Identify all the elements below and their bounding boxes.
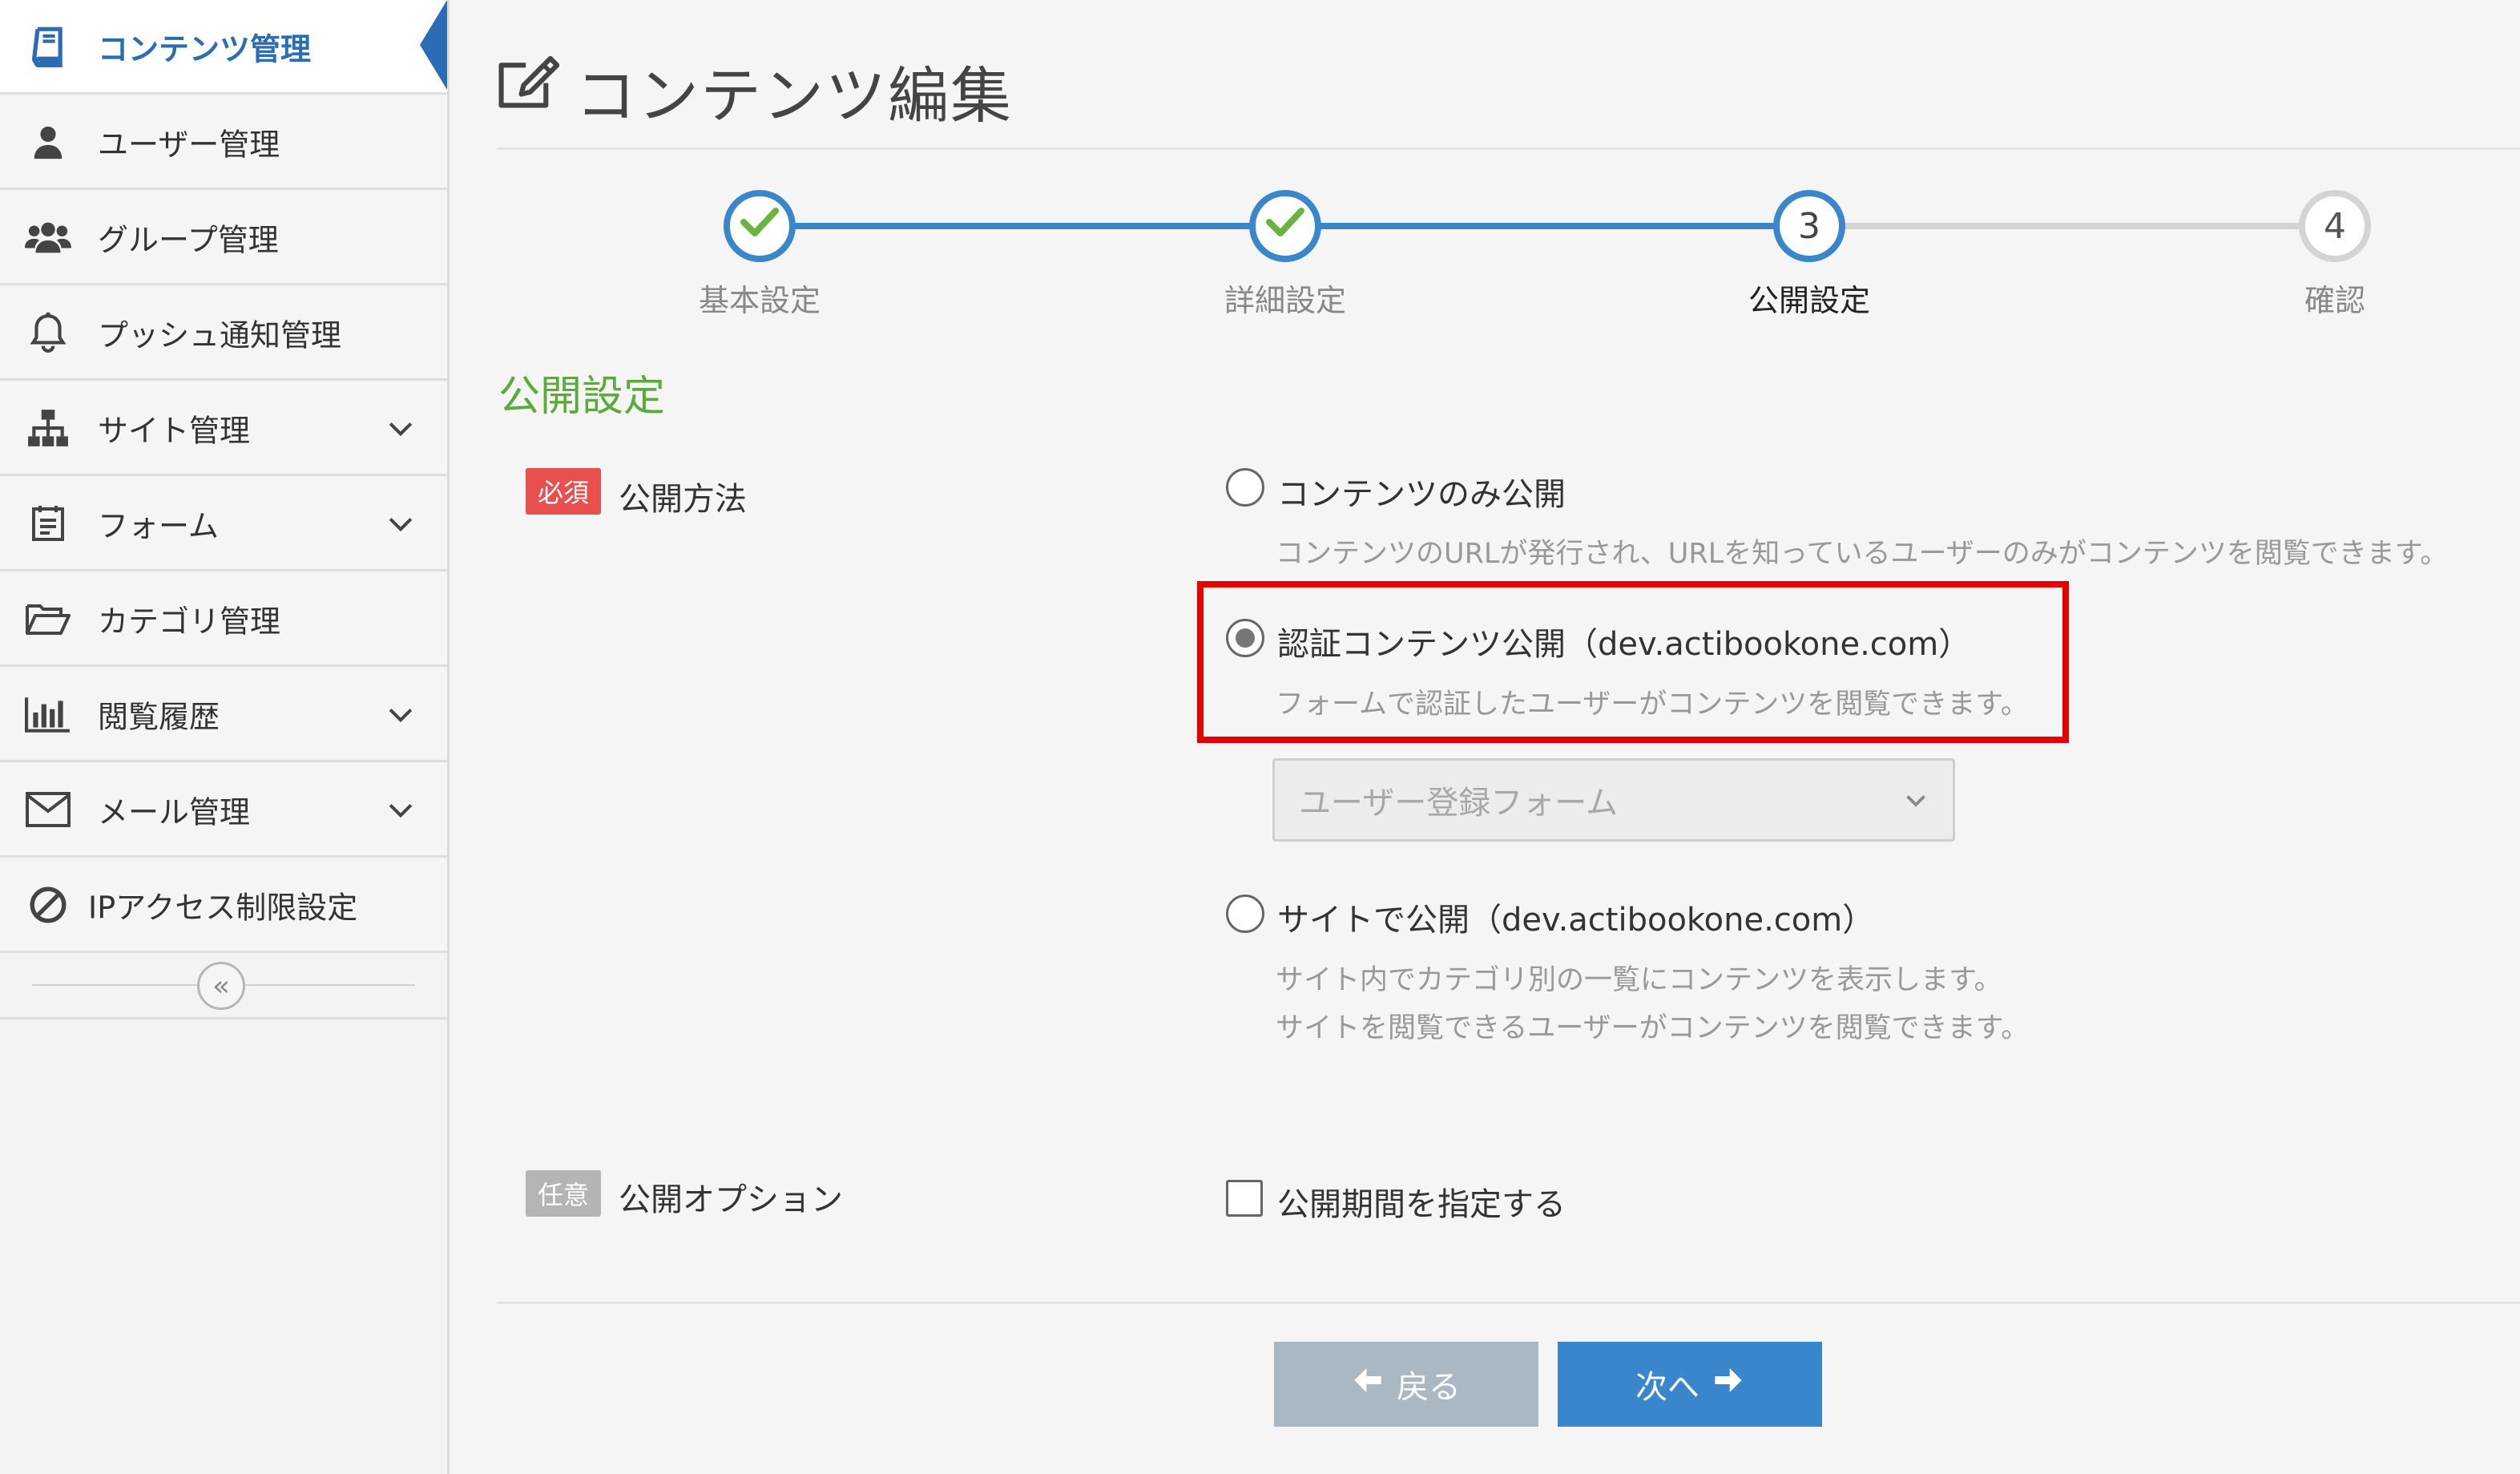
- sidebar-item-label: IPアクセス制限設定: [88, 890, 358, 925]
- sidebar-item-user-management[interactable]: ユーザー管理: [0, 95, 447, 190]
- sidebar-item-label: 閲覧履歴: [98, 699, 220, 734]
- radio-content-only-desc: コンテンツのURLが発行され、URLを知っているユーザーのみがコンテンツを閲覧で…: [1276, 538, 2449, 570]
- section-heading: 公開設定: [498, 373, 666, 421]
- envelope-icon: [24, 785, 72, 834]
- step-4-label: 確認: [2304, 283, 2365, 318]
- step-4-circle: 4: [2299, 190, 2371, 262]
- bar-chart-icon: [24, 690, 72, 738]
- step-2-label: 詳細設定: [1224, 283, 1346, 318]
- required-badge: 必須: [526, 468, 601, 515]
- sidebar-item-site-management[interactable]: サイト管理: [0, 382, 447, 476]
- arrow-right-icon: [1712, 1364, 1744, 1404]
- users-icon: [24, 213, 72, 261]
- sidebar-item-ip-access[interactable]: IPアクセス制限設定: [0, 858, 447, 953]
- chevron-down-icon[interactable]: [383, 410, 418, 446]
- form-select-value: ユーザー登録フォーム: [1299, 785, 1618, 822]
- divider: [497, 147, 2520, 150]
- sidebar-item-label: プッシュ通知管理: [98, 317, 342, 353]
- chevron-down-icon[interactable]: [383, 697, 418, 732]
- sitemap-icon: [24, 404, 72, 452]
- optional-badge: 任意: [526, 1170, 601, 1217]
- sidebar-item-category-management[interactable]: カテゴリ管理: [0, 572, 447, 667]
- check-icon: [740, 206, 779, 247]
- radio-site-publish[interactable]: [1226, 894, 1264, 933]
- step-3-circle: 3: [1773, 190, 1845, 262]
- chevron-down-icon: [1901, 785, 1930, 814]
- back-button[interactable]: 戻る: [1274, 1342, 1538, 1427]
- ban-icon: [24, 881, 72, 929]
- step-1-label: 基本設定: [698, 283, 821, 318]
- double-chevron-left-icon: «: [212, 969, 231, 1003]
- back-button-label: 戻る: [1397, 1369, 1461, 1406]
- radio-content-only[interactable]: [1226, 468, 1264, 507]
- step-connector-done: [760, 223, 1285, 229]
- step-number: 3: [1798, 205, 1820, 247]
- sidebar-item-label: グループ管理: [98, 222, 279, 257]
- highlight-annotation-box: [1197, 581, 2069, 743]
- page-title: コンテンツ編集: [575, 60, 1013, 131]
- sidebar-item-push-notification[interactable]: プッシュ通知管理: [0, 286, 447, 381]
- bell-icon: [24, 309, 72, 357]
- arrow-left-icon: [1352, 1364, 1384, 1404]
- sidebar-item-label: メール管理: [98, 794, 251, 830]
- chevron-down-icon[interactable]: [383, 792, 418, 827]
- step-connector-pending: [1809, 223, 2335, 229]
- radio-site-publish-desc: サイトを閲覧できるユーザーがコンテンツを閲覧できます。: [1276, 1012, 2030, 1044]
- sidebar-item-label: ユーザー管理: [98, 127, 280, 162]
- sidebar-item-view-history[interactable]: 閲覧履歴: [0, 668, 447, 762]
- next-button[interactable]: 次へ: [1558, 1342, 1822, 1427]
- sidebar-item-content-management[interactable]: コンテンツ管理: [0, 0, 447, 95]
- step-3-label: 公開設定: [1748, 283, 1870, 318]
- user-icon: [24, 118, 72, 166]
- sidebar-item-label: カテゴリ管理: [98, 604, 281, 639]
- chevron-down-icon[interactable]: [383, 506, 418, 541]
- step-1-circle: [724, 190, 796, 262]
- book-icon: [24, 22, 72, 71]
- check-icon: [1266, 206, 1304, 247]
- publish-period-checkbox-label[interactable]: 公開期間を指定する: [1277, 1178, 1566, 1225]
- edit-icon: [497, 55, 560, 115]
- sidebar: コンテンツ管理 ユーザー管理 グループ管理 プッシュ通知管理 サイト管理 フォー…: [0, 0, 450, 1474]
- step-number: 4: [2324, 205, 2346, 247]
- radio-site-publish-label[interactable]: サイトで公開（dev.actibookone.com）: [1277, 894, 1874, 940]
- sidebar-item-form[interactable]: フォーム: [0, 477, 447, 571]
- sidebar-collapse-row: «: [0, 952, 447, 1020]
- folder-open-icon: [24, 595, 72, 643]
- step-2-circle: [1249, 190, 1321, 262]
- form-icon: [24, 499, 72, 547]
- sidebar-item-label: フォーム: [98, 508, 219, 543]
- form-select[interactable]: ユーザー登録フォーム: [1272, 758, 1955, 842]
- active-indicator: [420, 0, 447, 90]
- collapse-sidebar-button[interactable]: «: [197, 962, 245, 1010]
- sidebar-item-label: コンテンツ管理: [98, 31, 312, 67]
- publish-option-label: 公開オプション: [619, 1181, 843, 1218]
- publish-method-label: 公開方法: [619, 481, 747, 518]
- next-button-label: 次へ: [1635, 1369, 1699, 1406]
- step-connector-done: [1285, 223, 1809, 229]
- sidebar-item-mail-management[interactable]: メール管理: [0, 763, 447, 858]
- sidebar-item-label: サイト管理: [98, 413, 251, 448]
- divider: [497, 1302, 2520, 1304]
- sidebar-item-group-management[interactable]: グループ管理: [0, 191, 447, 285]
- radio-site-publish-desc: サイト内でカテゴリ別の一覧にコンテンツを表示します。: [1276, 964, 2002, 996]
- publish-period-checkbox[interactable]: [1226, 1180, 1263, 1217]
- radio-content-only-label[interactable]: コンテンツのみ公開: [1277, 468, 1566, 515]
